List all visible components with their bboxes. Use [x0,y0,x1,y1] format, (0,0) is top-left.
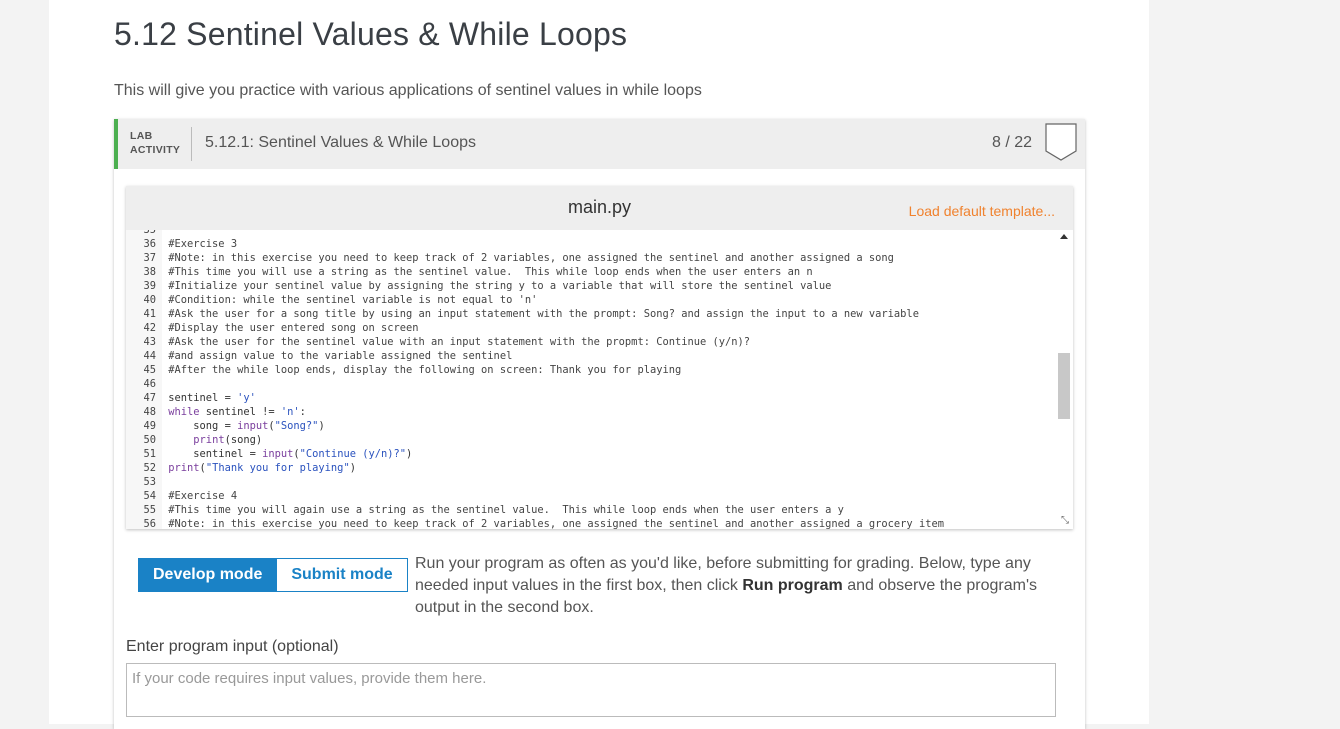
code-line[interactable]: 37 #Note: in this exercise you need to k… [126,251,1055,265]
code-line[interactable]: 52 print("Thank you for playing") [126,461,1055,475]
page-content: 5.12 Sentinel Values & While Loops This … [49,0,1149,729]
resize-handle-icon[interactable]: ⤡ [1061,515,1069,526]
develop-mode-button[interactable]: Develop mode [138,558,278,592]
mode-toggle: Develop mode Submit mode [138,558,408,592]
line-number: 39 [126,279,162,293]
run-program-bold: Run program [742,577,843,594]
code-text: song = input("Song?") [168,420,325,432]
line-number: 42 [126,321,162,335]
line-number: 55 [126,503,162,517]
line-number: 47 [126,391,162,405]
line-number: 56 [126,517,162,529]
lab-activity-card: LAB ACTIVITY 5.12.1: Sentinel Values & W… [114,119,1085,729]
load-default-template-link[interactable]: Load default template... [909,203,1055,219]
header-divider [191,127,192,161]
code-line[interactable]: 36 #Exercise 3 [126,237,1055,251]
line-number: 48 [126,405,162,419]
code-line[interactable]: 56 #Note: in this exercise you need to k… [126,517,1055,529]
code-text: #Initialize your sentinel value by assig… [168,280,832,292]
line-number: 43 [126,335,162,349]
code-text: #Exercise 3 [168,238,238,250]
lab-header: LAB ACTIVITY 5.12.1: Sentinel Values & W… [114,119,1085,169]
editor-header: main.py Load default template... [126,186,1073,230]
code-text: #This time you will again use a string a… [168,504,844,516]
line-number: 53 [126,475,162,489]
program-input-field[interactable] [126,663,1056,717]
lab-activity-tag: LAB ACTIVITY [130,129,180,157]
lab-title: 5.12.1: Sentinel Values & While Loops [205,134,476,151]
scroll-thumb[interactable] [1058,353,1070,419]
code-line[interactable]: 49 song = input("Song?") [126,419,1055,433]
code-text: #and assign value to the variable assign… [168,350,513,362]
section-description: This will give you practice with various… [114,82,702,99]
code-line[interactable]: 44 #and assign value to the variable ass… [126,349,1055,363]
lab-score: 8 / 22 [992,134,1033,151]
code-text: sentinel = input("Continue (y/n)?") [168,448,413,460]
code-area[interactable]: 35 36 #Exercise 3 37 #Note: in this exerc… [126,230,1055,529]
code-editor: main.py Load default template... 35 36 #… [126,186,1073,529]
line-number: 46 [126,377,162,391]
editor-scrollbar[interactable]: ⤡ [1055,230,1073,529]
section-title: 5.12 Sentinel Values & While Loops [114,16,628,52]
line-number: 50 [126,433,162,447]
line-number: 52 [126,461,162,475]
code-line[interactable]: 40 #Condition: while the sentinel variab… [126,293,1055,307]
code-line[interactable]: 54 #Exercise 4 [126,489,1055,503]
code-line[interactable]: 35 [126,230,1055,237]
code-text: #Display the user entered song on screen [168,322,419,334]
code-text: while sentinel != 'n': [168,406,306,418]
code-line[interactable]: 38 #This time you will use a string as t… [126,265,1055,279]
line-number: 35 [126,230,162,237]
code-text: #Note: in this exercise you need to keep… [168,518,944,529]
code-text: #Exercise 4 [168,490,238,502]
code-line[interactable]: 45 #After the while loop ends, display t… [126,363,1055,377]
code-text: print("Thank you for playing") [168,462,356,474]
run-instructions: Run your program as often as you'd like,… [415,553,1075,619]
code-line[interactable]: 50 print(song) [126,433,1055,447]
submit-mode-button[interactable]: Submit mode [277,558,408,592]
code-text: sentinel = 'y' [168,392,256,404]
scroll-up-arrow-icon[interactable] [1060,234,1068,239]
line-number: 41 [126,307,162,321]
code-line[interactable]: 55 #This time you will again use a strin… [126,503,1055,517]
line-number: 54 [126,489,162,503]
line-number: 51 [126,447,162,461]
code-text: #After the while loop ends, display the … [168,364,682,376]
completion-badge-icon [1045,123,1077,161]
code-text: #Ask the user for a song title by using … [168,308,919,320]
lab-tag-line2: ACTIVITY [130,144,181,156]
code-line[interactable]: 42 #Display the user entered song on scr… [126,321,1055,335]
line-number: 37 [126,251,162,265]
line-number: 38 [126,265,162,279]
line-number: 40 [126,293,162,307]
code-text: print(song) [193,434,263,446]
line-number: 45 [126,363,162,377]
code-text: #Note: in this exercise you need to keep… [168,252,894,264]
code-line[interactable]: 51 sentinel = input("Continue (y/n)?") [126,447,1055,461]
code-line[interactable]: 41 #Ask the user for a song title by usi… [126,307,1055,321]
program-input-label: Enter program input (optional) [126,638,339,655]
line-number: 49 [126,419,162,433]
code-line[interactable]: 53 [126,475,1055,489]
code-line[interactable]: 47 sentinel = 'y' [126,391,1055,405]
code-line[interactable]: 48 while sentinel != 'n': [126,405,1055,419]
line-number: 36 [126,237,162,251]
code-text: #Ask the user for the sentinel value wit… [168,336,751,348]
code-line[interactable]: 39 #Initialize your sentinel value by as… [126,279,1055,293]
code-text: #This time you will use a string as the … [168,266,813,278]
code-line[interactable]: 43 #Ask the user for the sentinel value … [126,335,1055,349]
code-line[interactable]: 46 [126,377,1055,391]
lab-tag-line1: LAB [130,130,153,142]
code-text: #Condition: while the sentinel variable … [168,294,538,306]
line-number: 44 [126,349,162,363]
